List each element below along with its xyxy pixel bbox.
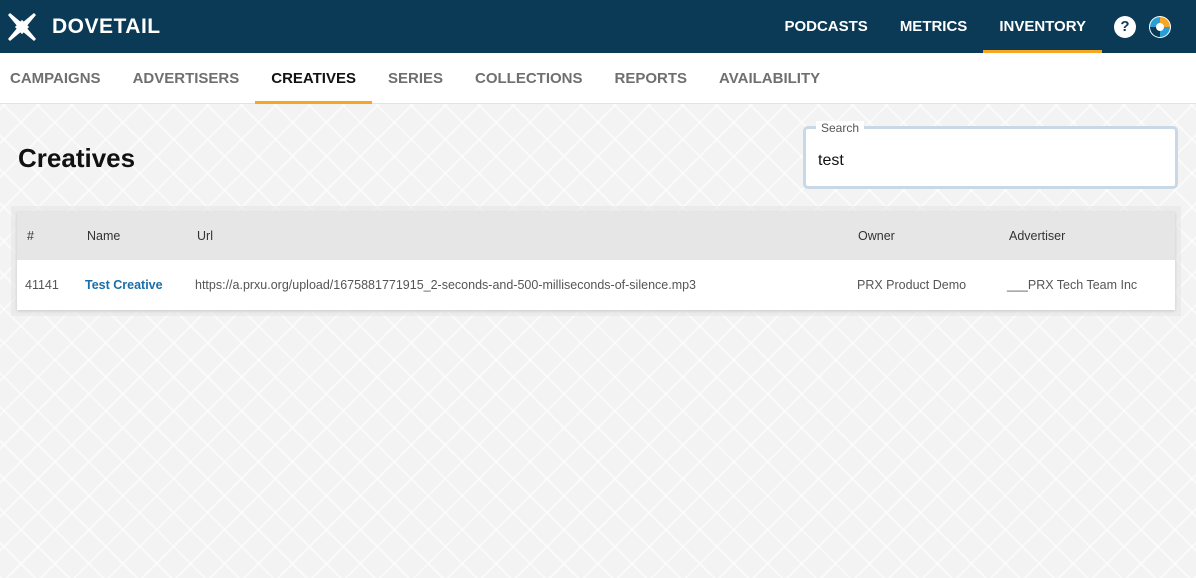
table-row[interactable]: 41141 Test Creative https://a.prxu.org/u… [17, 260, 1175, 310]
column-header-advertiser[interactable]: Advertiser [1009, 212, 1065, 260]
cell-owner: PRX Product Demo [857, 278, 967, 292]
cell-id: 41141 [25, 278, 59, 292]
table-header: # Name Url Owner Advertiser [17, 212, 1175, 260]
column-header-owner[interactable]: Owner [858, 212, 895, 260]
nav-metrics[interactable]: METRICS [884, 0, 984, 53]
column-header-id[interactable]: # [27, 212, 34, 260]
tab-campaigns[interactable]: CAMPAIGNS [10, 53, 101, 103]
search-label: Search [816, 121, 865, 135]
cell-url: https://a.prxu.org/upload/1675881771915_… [195, 278, 697, 292]
tab-series[interactable]: SERIES [388, 53, 443, 103]
top-bar: DOVETAIL PODCASTS METRICS INVENTORY ? [0, 0, 1196, 53]
column-header-url[interactable]: Url [197, 212, 213, 260]
help-icon[interactable]: ? [1114, 15, 1136, 38]
search-input[interactable] [818, 149, 1158, 173]
brand[interactable]: DOVETAIL [0, 0, 161, 53]
tab-reports[interactable]: REPORTS [615, 53, 688, 103]
top-nav: PODCASTS METRICS INVENTORY ? [768, 0, 1196, 53]
tab-availability[interactable]: AVAILABILITY [719, 53, 820, 103]
brand-name: DOVETAIL [52, 14, 161, 38]
page-title: Creatives [18, 143, 136, 173]
creatives-table: # Name Url Owner Advertiser 41141 Test C… [17, 212, 1175, 310]
search-field[interactable]: Search [803, 121, 1178, 189]
section-tabs: CAMPAIGNS ADVERTISERS CREATIVES SERIES C… [0, 53, 1196, 104]
tab-advertisers[interactable]: ADVERTISERS [133, 53, 240, 103]
tab-creatives[interactable]: CREATIVES [255, 53, 372, 104]
column-header-name[interactable]: Name [87, 212, 120, 260]
nav-inventory[interactable]: INVENTORY [983, 0, 1102, 53]
user-avatar-icon[interactable] [1148, 15, 1172, 39]
dovetail-logo-icon [8, 12, 36, 41]
tab-collections[interactable]: COLLECTIONS [475, 53, 583, 103]
creative-name-link[interactable]: Test Creative [85, 260, 163, 310]
cell-advertiser: ___PRX Tech Team Inc [1007, 278, 1138, 292]
nav-podcasts[interactable]: PODCASTS [768, 0, 883, 53]
